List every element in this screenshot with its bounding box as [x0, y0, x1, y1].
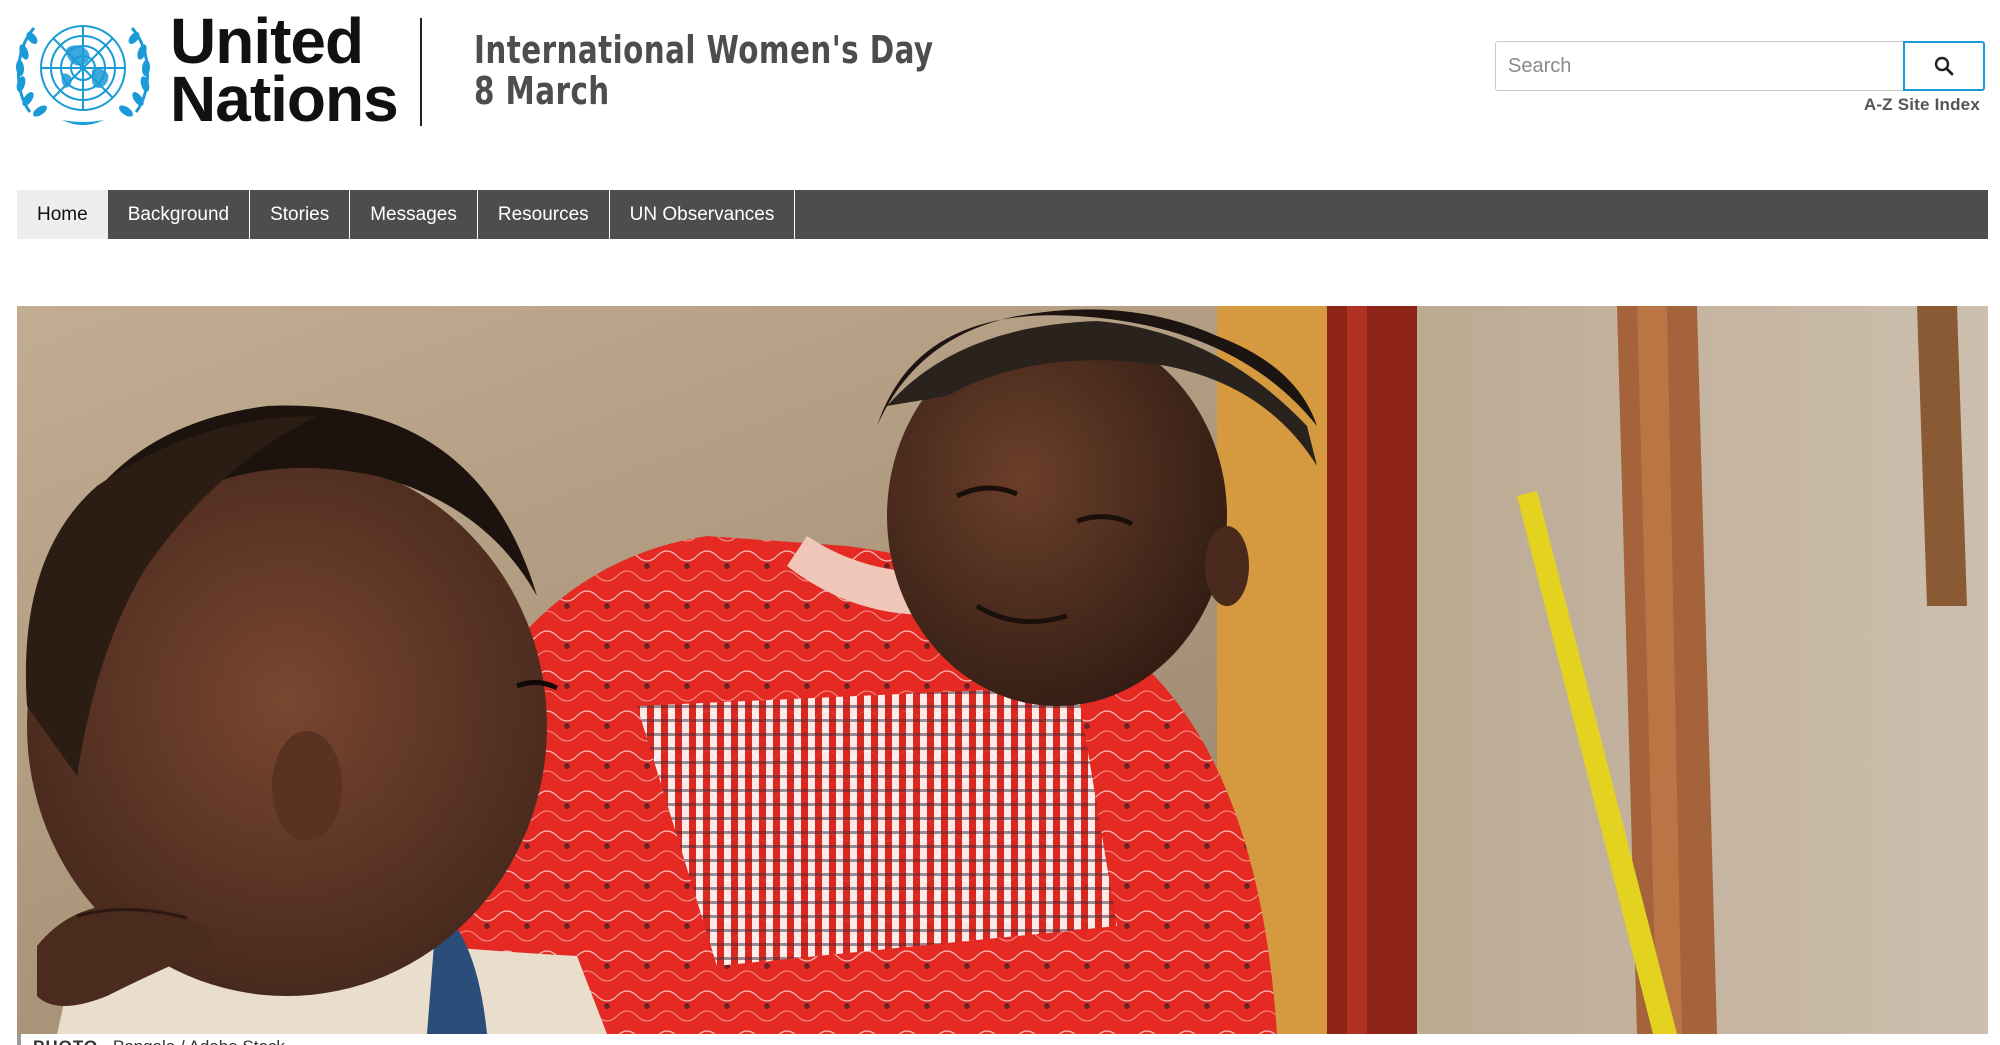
az-site-index-link[interactable]: A-Z Site Index: [1864, 95, 1980, 115]
nav-item-resources[interactable]: Resources: [478, 190, 610, 239]
site-title[interactable]: International Women's Day 8 March: [474, 30, 933, 112]
site-header: United Nations International Women's Day…: [0, 0, 2000, 150]
nav-item-messages[interactable]: Messages: [350, 190, 478, 239]
site-title-line-1: International Women's Day: [474, 28, 934, 72]
site-title-line-2: 8 March: [474, 69, 610, 113]
search-icon: [1934, 56, 1954, 76]
header-divider: [420, 18, 422, 126]
hero-photo-illustration: [17, 306, 1988, 1034]
nav-item-stories[interactable]: Stories: [250, 190, 351, 239]
hero-image: [17, 306, 1988, 1034]
nav-item-un-observances[interactable]: UN Observances: [610, 190, 796, 239]
search-form: [1495, 41, 1985, 91]
un-emblem-logo[interactable]: [12, 12, 154, 130]
logo-line-2: Nations: [170, 63, 399, 135]
photo-caption: PHOTO Pongala / Adobe Stock: [17, 1034, 1988, 1045]
search-input[interactable]: [1495, 41, 1903, 91]
nav-item-home[interactable]: Home: [17, 190, 108, 239]
caption-credit: Pongala / Adobe Stock: [113, 1037, 285, 1045]
caption-label: PHOTO: [33, 1037, 98, 1045]
search-button[interactable]: [1903, 41, 1985, 91]
main-nav: Home Background Stories Messages Resourc…: [17, 190, 1988, 239]
un-wordmark[interactable]: United Nations: [170, 5, 399, 135]
logo-line-1: United: [170, 5, 364, 77]
nav-item-background[interactable]: Background: [108, 190, 251, 239]
